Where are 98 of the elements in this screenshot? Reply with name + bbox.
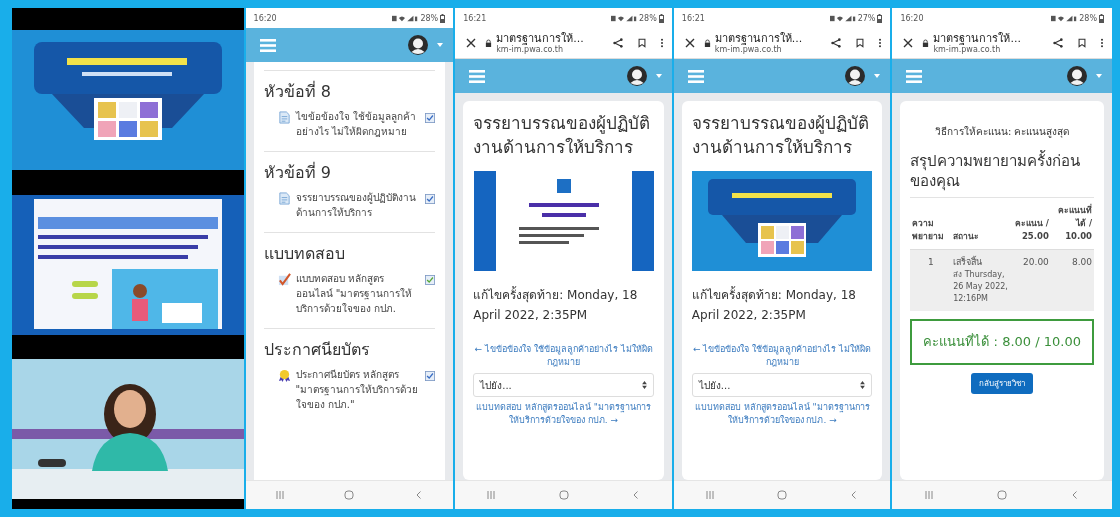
bookmark-icon[interactable] [1077,38,1087,48]
bookmark-icon[interactable] [636,38,647,48]
share-icon[interactable] [831,38,842,48]
page-url: km-im.pwa.co.th [496,44,564,55]
next-activity-link[interactable]: แบบทดสอบ หลักสูตรออนไลน์ "มาตรฐานการให้บริการด้วยใจของ กปภ. → [473,401,654,427]
select-arrows-icon [641,381,647,389]
menu-icon[interactable] [906,69,923,83]
close-icon[interactable] [684,38,695,48]
share-icon[interactable] [612,38,623,48]
more-icon[interactable] [878,38,883,48]
menu-icon[interactable] [469,69,486,83]
submitted-text: ส่ง Thursday, 26 May 2022, 12:16PM [953,269,1009,305]
avatar-icon[interactable] [408,35,429,55]
lock-icon [485,38,493,48]
status-icons [1051,14,1078,22]
status-time: 16:20 [900,13,924,23]
previous-activity-link[interactable]: ← ไขข้อข้องใจ ใช้ข้อมูลลูกค้าอย่างไร ไม่ให้ผิดกฎหมาย [473,343,654,369]
recent-apps-icon[interactable] [275,490,286,500]
caret-icon[interactable] [874,74,881,78]
medal-icon [277,369,291,382]
next-activity-link[interactable]: แบบทดสอบ หลักสูตรออนไลน์ "มาตรฐานการให้บริการด้วยใจของ กปภ. → [691,401,873,427]
table-cell: 1 [910,249,952,311]
state-text: เสร็จสิ้น [953,256,984,269]
page-title: มาตรฐานการให้... [496,31,585,45]
more-icon[interactable] [659,38,664,48]
status-time: 16:20 [253,13,277,23]
recent-apps-icon[interactable] [924,490,934,500]
page-url: km-im.pwa.co.th [933,44,1001,55]
more-icon[interactable] [1100,38,1104,48]
activity-link[interactable]: จรรยาบรรณของผู้ปฏิบัติงานด้านการให้บริการ [295,190,421,220]
menu-icon[interactable] [687,69,704,83]
select-arrows-icon [860,381,866,389]
caret-icon[interactable] [1096,74,1102,78]
section-title: หัวข้อที่ 8 [263,81,332,103]
avatar-icon[interactable] [1067,66,1087,86]
status-icons [829,14,856,22]
avatar-icon[interactable] [626,66,647,86]
completion-checkbox[interactable] [425,371,436,381]
avatar-icon[interactable] [845,66,866,86]
recent-apps-icon[interactable] [704,490,715,500]
column-header: คะแนนที่ได้ / 10.00 [1050,197,1094,250]
jump-to-select[interactable]: ไปยัง... [473,373,654,397]
battery-percent: 28% [639,13,657,23]
column-header: ความพยายาม [910,197,952,250]
grading-method-text: วิธีการให้คะแนน: คะแนนสูงสุด [933,125,1071,139]
home-icon[interactable] [558,490,569,500]
lock-icon [922,38,930,48]
page-heading: จรรยาบรรณของผู้ปฏิบัติงานด้านการให้บริการ [473,112,652,159]
battery-percent: 28% [1079,13,1097,23]
back-to-course-button[interactable]: กลับสู่รายวิชา [971,373,1034,394]
home-icon[interactable] [777,490,788,500]
checkmark-icon [277,273,291,286]
battery-icon [877,13,883,23]
battery-icon [1099,13,1104,23]
menu-icon[interactable] [259,38,276,52]
recent-apps-icon[interactable] [486,490,497,500]
lock-icon [703,38,711,48]
document-icon [277,192,291,205]
status-icons [611,14,638,22]
table-cell: 8.00 [1050,249,1094,311]
close-icon[interactable] [903,38,914,48]
share-icon[interactable] [1053,38,1063,48]
battery-percent: 28% [420,13,439,23]
home-icon[interactable] [997,490,1008,500]
section-title: หัวข้อที่ 9 [263,162,332,184]
page-title: มาตรฐานการให้... [714,31,804,45]
table-cell: 20.00 [1011,249,1051,311]
activity-link[interactable]: ประกาศนียบัตร หลักสูตร "มาตรฐานการให้บริการด้วยใจของ กปภ." [295,367,421,412]
battery-icon [658,13,664,23]
last-modified-text: แก้ไขครั้งสุดท้าย: Monday, 18 April 2022, 2:35PM [691,285,857,324]
home-icon[interactable] [344,490,355,500]
previous-activity-link[interactable]: ← ไขข้อข้องใจ ใช้ข้อมูลลูกค้าอย่างไร ไม่ให้ผิดกฎหมาย [691,343,873,369]
completion-checkbox[interactable] [425,275,436,285]
status-time: 16:21 [463,13,487,23]
column-header: สถานะ [951,197,1012,250]
completion-checkbox[interactable] [425,113,436,123]
page-title: มาตรฐานการให้... [933,31,1022,45]
column-header: คะแนน / 25.00 [1011,197,1051,250]
caret-icon[interactable] [655,74,662,78]
last-modified-text: แก้ไขครั้งสุดท้าย: Monday, 18 April 2022, 2:35PM [473,285,639,324]
activity-link[interactable]: ไขข้อข้องใจ ใช้ข้อมูลลูกค้าอย่างไร ไม่ให้ผิดกฎหมาย [295,109,421,139]
status-icons [392,14,419,22]
final-grade-panel: คะแนนที่ได้ : 8.00 / 10.00 [910,319,1094,365]
caret-icon[interactable] [437,43,444,47]
bookmark-icon[interactable] [855,38,866,48]
activity-link[interactable]: แบบทดสอบ หลักสูตรออนไลน์ "มาตรฐานการให้บริการด้วยใจของ กปภ. [295,271,421,316]
battery-percent: 27% [857,13,876,23]
completion-checkbox[interactable] [425,194,436,204]
page-heading: จรรยาบรรณของผู้ปฏิบัติงานด้านการให้บริการ [691,112,870,159]
battery-icon [440,13,446,23]
section-title: ประกาศนียบัตร [263,339,371,361]
jump-to-select[interactable]: ไปยัง... [691,373,873,397]
status-time: 16:21 [681,13,705,23]
close-icon[interactable] [466,38,477,48]
summary-heading: สรุปความพยายามครั้งก่อนของคุณ [910,151,1082,191]
section-title: แบบทดสอบ [263,243,346,265]
document-icon [277,111,291,124]
page-url: km-im.pwa.co.th [714,44,782,55]
